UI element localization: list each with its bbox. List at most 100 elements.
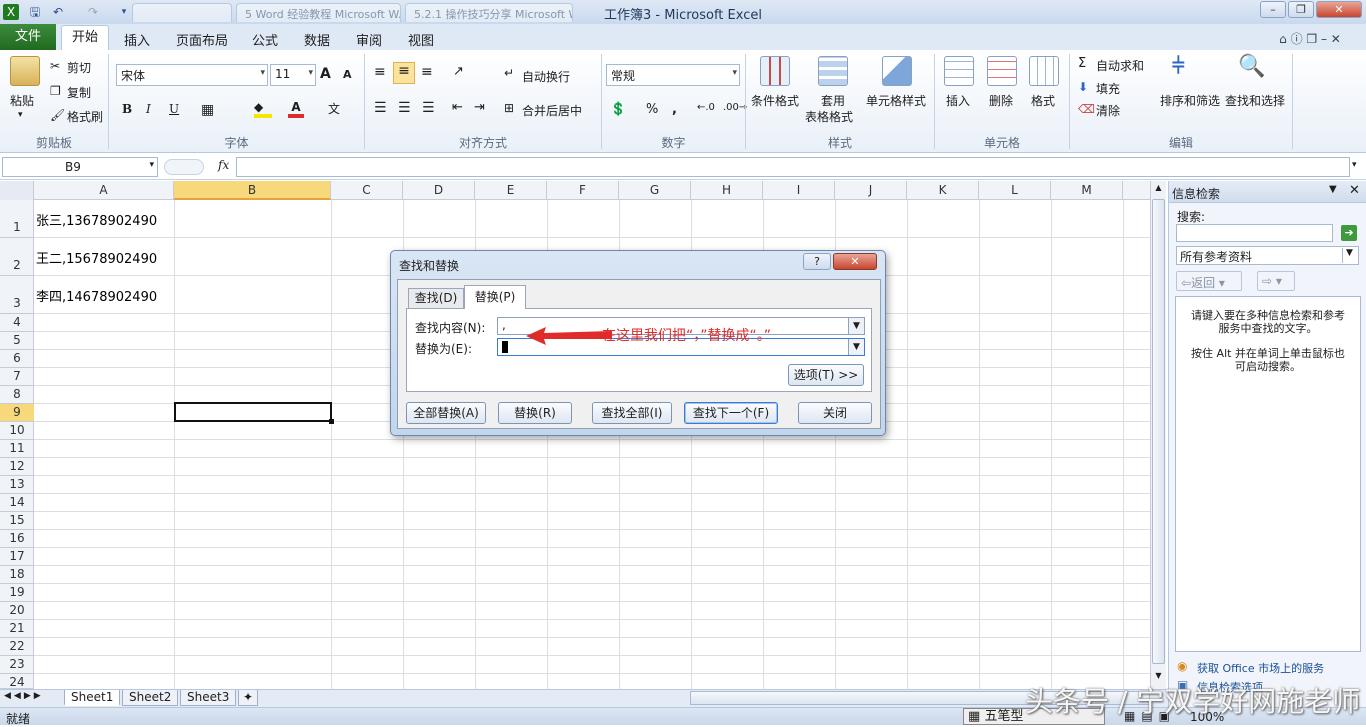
column-header-j[interactable]: J xyxy=(835,181,907,200)
back-button[interactable]: ⇦返回 ▾ xyxy=(1176,271,1242,291)
replace-all-button[interactable]: 全部替换(A) xyxy=(406,402,486,424)
dialog-close-button[interactable]: ✕ xyxy=(833,253,877,270)
column-header-l[interactable]: L xyxy=(979,181,1051,200)
align-top-icon[interactable]: ≡ xyxy=(374,64,386,80)
tab-view[interactable]: 视图 xyxy=(406,27,436,50)
chevron-down-icon[interactable]: ▾ xyxy=(18,110,23,120)
column-header-m[interactable]: M xyxy=(1051,181,1123,200)
row-header[interactable]: 13 xyxy=(0,476,34,494)
column-header-d[interactable]: D xyxy=(403,181,475,200)
align-bottom-icon[interactable]: ≡ xyxy=(421,64,433,80)
formula-input[interactable] xyxy=(236,157,1350,177)
bold-button[interactable]: B xyxy=(122,102,132,116)
align-left-icon[interactable]: ☰ xyxy=(374,100,387,116)
research-source-select[interactable]: 所有参考资料 ▼ xyxy=(1176,246,1359,265)
orientation-icon[interactable]: ↗ xyxy=(453,64,464,79)
column-header-g[interactable]: G xyxy=(619,181,691,200)
help-button[interactable]: ? xyxy=(803,253,831,270)
insert-cells-button[interactable]: 插入 xyxy=(946,92,970,109)
delete-cells-button[interactable]: 删除 xyxy=(989,92,1013,109)
selected-cell-b9[interactable] xyxy=(174,402,332,422)
conditional-format-icon[interactable] xyxy=(760,56,790,86)
decrease-decimal-icon[interactable]: .00→ xyxy=(723,102,747,113)
forward-button[interactable]: ⇨ ▾ xyxy=(1257,271,1295,291)
search-go-icon[interactable]: ➔ xyxy=(1341,225,1357,241)
row-header[interactable]: 12 xyxy=(0,458,34,476)
column-header-k[interactable]: K xyxy=(907,181,979,200)
sort-filter-icon[interactable]: ⫩ xyxy=(1172,54,1185,79)
format-painter-icon[interactable]: 🖌 xyxy=(50,108,65,122)
dialog-cancel-button[interactable]: 关闭 xyxy=(798,402,872,424)
format-cells-button[interactable]: 格式 xyxy=(1031,92,1055,109)
sort-filter-button[interactable]: 排序和筛选 xyxy=(1160,92,1220,109)
scroll-up-icon[interactable]: ▲ xyxy=(1152,183,1165,197)
shrink-font-button[interactable]: A xyxy=(343,68,352,81)
paste-button[interactable]: 粘贴 xyxy=(10,92,34,109)
conditional-format-button[interactable]: 条件格式 xyxy=(751,92,799,109)
border-icon[interactable]: ▦ xyxy=(201,102,214,118)
tab-home[interactable]: 开始 xyxy=(61,25,109,51)
row-header[interactable]: 21 xyxy=(0,620,34,638)
row-header[interactable]: 3 xyxy=(0,276,34,314)
cut-button[interactable]: 剪切 xyxy=(67,59,91,76)
formula-bar-divider[interactable] xyxy=(164,159,204,175)
sheet-tab-1[interactable]: Sheet1 xyxy=(64,690,121,706)
find-select-button[interactable]: 查找和选择 xyxy=(1225,92,1285,109)
tab-find[interactable]: 查找(D) xyxy=(408,288,464,308)
row-header[interactable]: 11 xyxy=(0,440,34,458)
row-header[interactable]: 14 xyxy=(0,494,34,512)
align-middle-icon[interactable]: ≡ xyxy=(393,62,415,84)
scroll-thumb[interactable] xyxy=(1152,199,1165,664)
insert-cells-icon[interactable] xyxy=(944,56,974,86)
row-header[interactable]: 20 xyxy=(0,602,34,620)
merge-center-button[interactable]: 合并后居中 xyxy=(522,102,582,119)
marketplace-link[interactable]: 获取 Office 市场上的服务 xyxy=(1197,660,1324,676)
chevron-down-icon[interactable]: ▼ xyxy=(848,339,864,355)
fill-button[interactable]: 填充 xyxy=(1096,80,1120,97)
expand-formula-icon[interactable]: ▾ xyxy=(1352,160,1357,170)
close-icon[interactable]: ✕ xyxy=(1349,183,1360,198)
insert-function-button[interactable]: fx xyxy=(218,158,229,172)
cell-a1[interactable]: 张三,13678902490 xyxy=(36,210,157,229)
row-header[interactable]: 17 xyxy=(0,548,34,566)
wrap-text-icon[interactable]: ↵ xyxy=(504,66,514,80)
row-header[interactable]: 19 xyxy=(0,584,34,602)
chevron-down-icon[interactable]: ▼ xyxy=(1329,184,1337,195)
row-header[interactable]: 23 xyxy=(0,656,34,674)
increase-decimal-icon[interactable]: ←.0 xyxy=(697,102,715,113)
format-painter-button[interactable]: 格式刷 xyxy=(67,108,103,125)
cell-a2[interactable]: 王二,15678902490 xyxy=(36,248,157,267)
column-header-c[interactable]: C xyxy=(331,181,403,200)
fill-handle[interactable] xyxy=(329,419,334,424)
select-all-corner[interactable] xyxy=(0,181,34,200)
grow-font-button[interactable]: A xyxy=(320,66,331,82)
vertical-scrollbar[interactable]: ▲ ▼ xyxy=(1150,181,1166,689)
underline-button[interactable]: U xyxy=(169,102,179,116)
table-format-icon[interactable] xyxy=(818,56,848,86)
font-color-button[interactable]: A xyxy=(288,100,304,118)
copy-icon[interactable]: ❐ xyxy=(50,84,61,98)
column-header-a[interactable]: A xyxy=(34,181,174,200)
binoculars-icon[interactable]: 🔍 xyxy=(1238,54,1265,79)
clear-button[interactable]: 清除 xyxy=(1096,102,1120,119)
tab-file[interactable]: 文件 xyxy=(0,24,56,50)
column-header-e[interactable]: E xyxy=(475,181,547,200)
row-header[interactable]: 22 xyxy=(0,638,34,656)
delete-cells-icon[interactable] xyxy=(987,56,1017,86)
tab-formulas[interactable]: 公式 xyxy=(250,27,280,50)
sheet-nav-icons[interactable]: ◀◀▶▶ xyxy=(4,691,44,701)
row-header[interactable]: 2 xyxy=(0,238,34,276)
align-right-icon[interactable]: ☰ xyxy=(422,100,435,116)
tab-data[interactable]: 数据 xyxy=(302,27,332,50)
column-header-b[interactable]: B xyxy=(174,181,331,200)
tab-page-layout[interactable]: 页面布局 xyxy=(175,27,229,50)
wrap-text-button[interactable]: 自动换行 xyxy=(522,68,570,85)
minimize-button[interactable]: – xyxy=(1260,1,1286,18)
row-header[interactable]: 4 xyxy=(0,314,34,332)
number-format-select[interactable]: 常规 ▾ xyxy=(606,64,740,86)
options-button[interactable]: 选项(T) >> xyxy=(788,364,864,386)
fill-icon[interactable]: ⬇ xyxy=(1078,80,1088,94)
table-format-button-line1[interactable]: 套用 xyxy=(821,92,845,109)
close-window-button[interactable]: ✕ xyxy=(1316,1,1362,18)
name-box[interactable]: B9 ▾ xyxy=(2,157,158,177)
